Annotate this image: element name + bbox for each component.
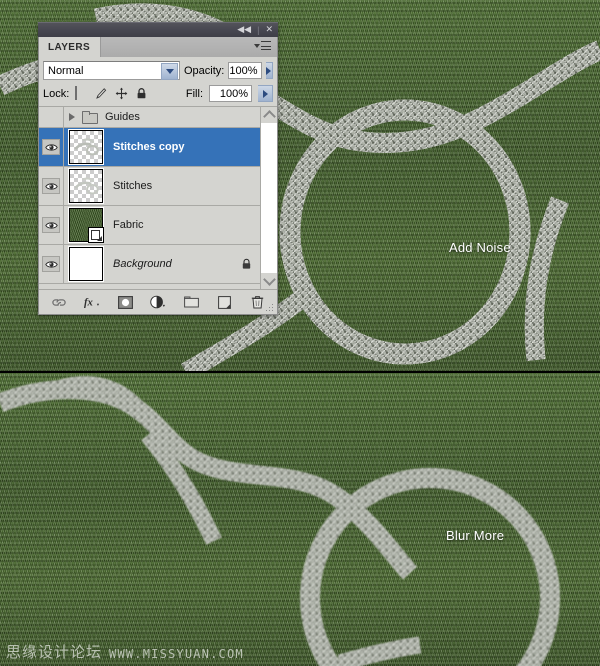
locked-layer-icon	[241, 258, 252, 270]
panel-menu-icon[interactable]	[254, 41, 272, 52]
new-group-icon[interactable]	[183, 294, 199, 310]
layer-thumbnail-fabric[interactable]	[69, 208, 104, 243]
layer-row-background[interactable]: Background	[39, 245, 262, 284]
transparency-lock-icon[interactable]	[75, 86, 88, 100]
visibility-toggle-fabric[interactable]	[39, 206, 64, 244]
layer-row-stitches[interactable]: Stitches	[39, 167, 262, 206]
lock-icon-group	[75, 86, 148, 100]
scroll-down-icon[interactable]	[261, 273, 277, 289]
screenshot-stage: Add Noise Blur More 思缘设计论坛 WWW.MISSYUAN.…	[0, 0, 600, 666]
visibility-toggle-guides[interactable]	[39, 107, 64, 127]
chevron-right-icon[interactable]	[64, 113, 80, 121]
scroll-up-icon[interactable]	[261, 107, 277, 123]
layer-name-guides: Guides	[105, 111, 140, 123]
close-icon[interactable]: ✕	[265, 25, 273, 35]
lock-fill-row: Lock: Fill: 100%	[39, 83, 277, 107]
layers-panel: ◀◀ | ✕ LAYERS Normal Opacity: 100% Lock:…	[38, 22, 278, 315]
layer-row-fabric[interactable]: Fabric	[39, 206, 262, 245]
new-layer-icon[interactable]	[216, 294, 232, 310]
fill-slider-arrow-icon[interactable]	[258, 85, 273, 102]
layer-name-stitches: Stitches	[113, 180, 153, 192]
link-layers-icon[interactable]	[51, 294, 67, 310]
blend-opacity-row: Normal Opacity: 100%	[39, 57, 277, 83]
panel-titlebar: ◀◀ | ✕	[38, 22, 278, 37]
watermark: 思缘设计论坛 WWW.MISSYUAN.COM	[6, 643, 244, 661]
brush-lock-icon[interactable]	[95, 87, 108, 100]
layer-style-fx-icon[interactable]: fx	[84, 294, 100, 310]
eye-icon	[42, 178, 60, 194]
smart-object-badge-icon	[88, 227, 104, 243]
panel-body: Normal Opacity: 100% Lock: Fill: 100% Gu…	[38, 57, 278, 315]
opacity-label: Opacity:	[184, 64, 225, 77]
eye-icon	[42, 217, 60, 233]
titlebar-separator: |	[257, 25, 260, 35]
watermark-url: WWW.MISSYUAN.COM	[109, 647, 244, 661]
lock-label: Lock:	[43, 87, 70, 100]
blend-mode-value: Normal	[48, 64, 84, 77]
section-divider	[0, 371, 600, 373]
eye-icon	[42, 139, 60, 155]
fabric-background-bottom	[0, 373, 600, 666]
all-lock-icon[interactable]	[135, 87, 148, 100]
delete-layer-icon[interactable]	[249, 294, 265, 310]
tab-layers[interactable]: LAYERS	[39, 37, 102, 57]
chevron-down-icon[interactable]	[161, 63, 178, 80]
layers-list: Guides Stitches copy Stitches Fabric Bac…	[39, 107, 262, 289]
move-lock-icon[interactable]	[115, 87, 128, 100]
layer-row-stitches-copy[interactable]: Stitches copy	[39, 128, 262, 167]
layer-thumbnail-background[interactable]	[69, 247, 103, 281]
tab-layers-label: LAYERS	[48, 41, 91, 53]
layers-panel-footer: fx	[39, 289, 277, 314]
layer-row-guides[interactable]: Guides	[39, 107, 262, 128]
visibility-toggle-stitches[interactable]	[39, 167, 64, 205]
fill-input[interactable]: 100%	[209, 85, 252, 102]
svg-text:fx: fx	[84, 298, 94, 309]
layer-name-fabric: Fabric	[113, 219, 144, 231]
visibility-toggle-stitches-copy[interactable]	[39, 128, 64, 166]
eye-icon	[42, 256, 60, 272]
layers-list-area: Guides Stitches copy Stitches Fabric Bac…	[39, 107, 277, 289]
watermark-chinese-text: 思缘设计论坛	[6, 643, 103, 661]
collapse-panel-button[interactable]: ◀◀	[237, 25, 251, 35]
layer-name-background: Background	[113, 258, 172, 270]
layer-mask-icon[interactable]	[117, 294, 133, 310]
opacity-slider-arrow-icon[interactable]	[265, 62, 273, 79]
adjustment-layer-icon[interactable]	[150, 294, 166, 310]
layer-thumbnail-stitches-copy[interactable]	[69, 130, 103, 164]
layers-scrollbar[interactable]	[260, 107, 277, 289]
opacity-input[interactable]: 100%	[228, 62, 262, 79]
folder-icon	[82, 111, 98, 124]
resize-grip[interactable]	[266, 304, 274, 312]
layer-name-stitches-copy: Stitches copy	[113, 141, 185, 153]
canvas-label-add-noise: Add Noise	[449, 240, 511, 255]
fill-label: Fill:	[185, 87, 203, 100]
blend-mode-select[interactable]: Normal	[43, 61, 180, 80]
fill-value: 100%	[219, 87, 248, 100]
layer-thumbnail-stitches[interactable]	[69, 169, 103, 203]
visibility-toggle-background[interactable]	[39, 245, 64, 283]
panel-tab-row: LAYERS	[38, 37, 278, 57]
opacity-value: 100%	[229, 64, 258, 77]
canvas-label-blur-more: Blur More	[446, 528, 505, 543]
